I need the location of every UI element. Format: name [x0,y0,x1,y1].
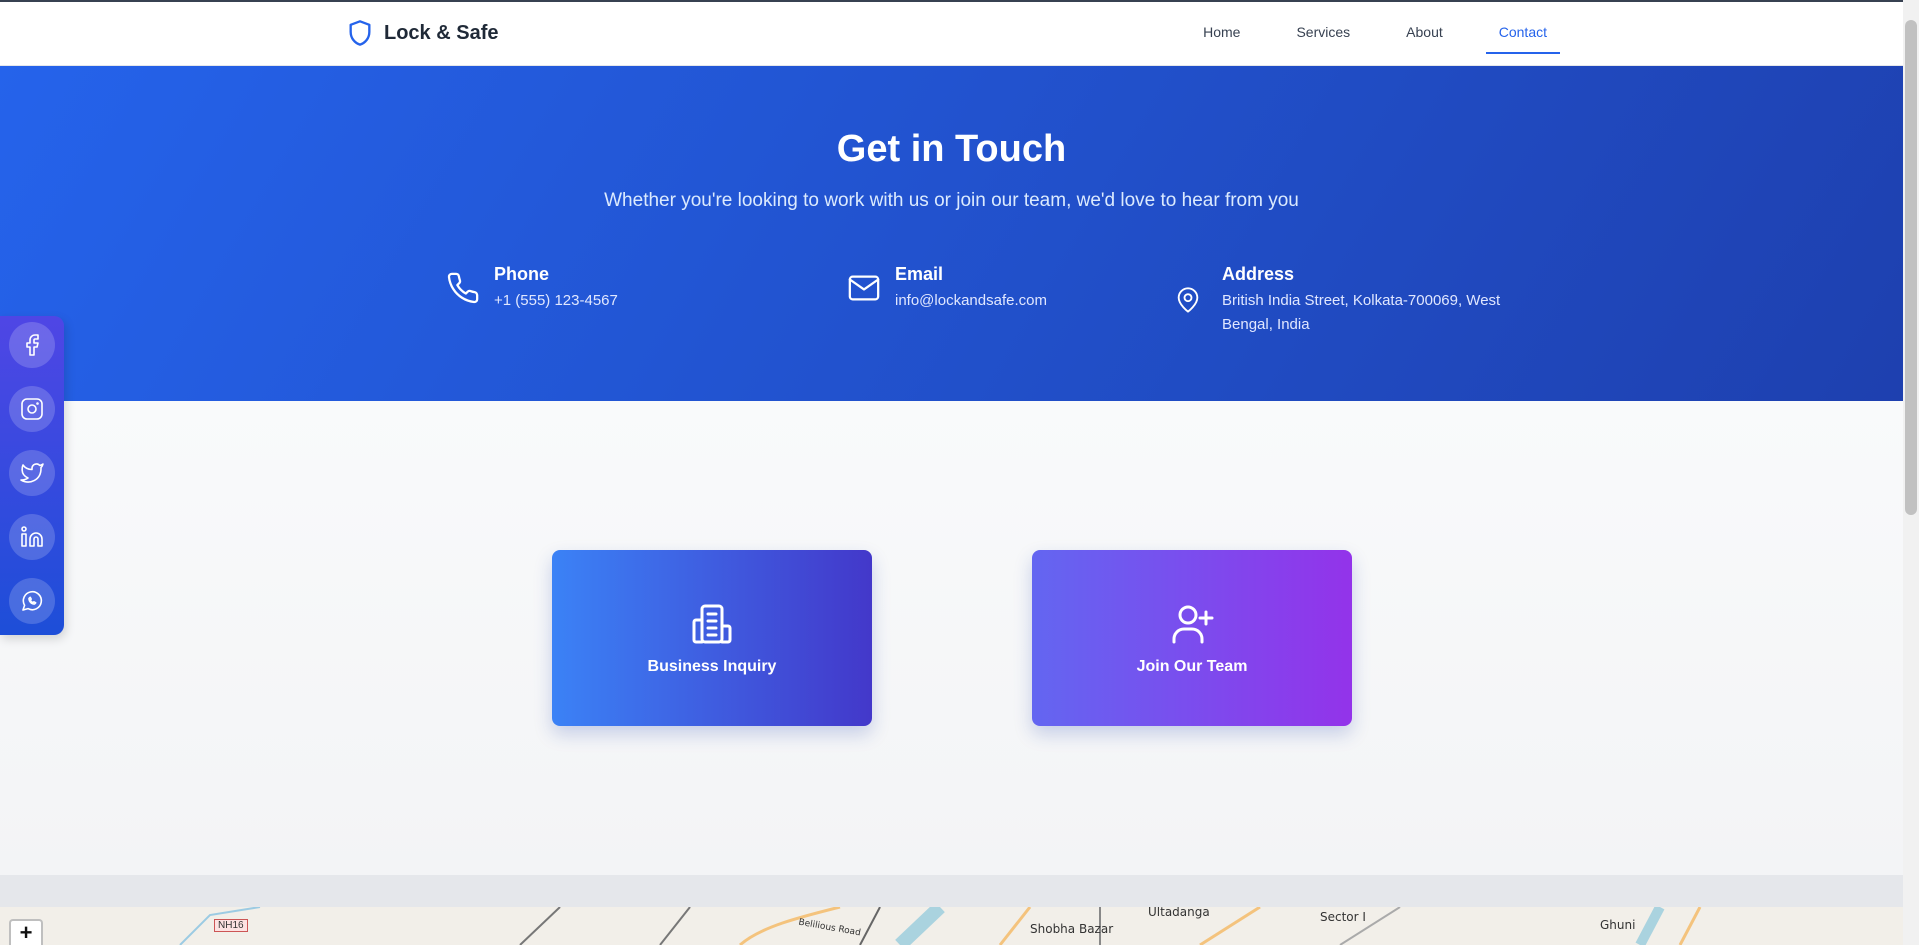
email-title: Email [895,264,944,284]
contact-email: Email info@lockandsafe.com [847,264,1047,313]
map-label-shobha-bazar: Shobha Bazar [1030,922,1114,936]
building-icon [692,604,732,644]
nav-services[interactable]: Services [1283,14,1363,54]
map-pin-icon [1174,286,1208,320]
map-section-padding [0,875,1903,907]
brand-name: Lock & Safe [384,21,499,44]
whatsapp-icon [22,590,43,611]
brand[interactable]: Lock & Safe [346,18,498,48]
map-label-ghuni: Ghuni [1600,918,1636,932]
user-plus-icon [1172,605,1214,644]
main-nav: Home Services About Contact [1160,2,1561,66]
phone-value[interactable]: +1 (555) 123-4567 [494,289,618,313]
phone-icon [446,271,480,305]
page-title: Get in Touch [836,128,1067,170]
facebook-icon [26,334,39,356]
address-value: British India Street, Kolkata-700069, We… [1222,292,1501,333]
map-label-ultadanga: Ultadanga [1148,907,1210,919]
whatsapp-link[interactable] [9,578,55,624]
social-sidebar [0,316,64,635]
nav-about[interactable]: About [1393,14,1456,54]
contact-phone: Phone +1 (555) 123-4567 [446,264,618,313]
facebook-link[interactable] [9,322,55,368]
email-value[interactable]: info@lockandsafe.com [895,289,1047,313]
instagram-icon [21,398,43,420]
page-subtitle: Whether you're looking to work with us o… [604,190,1299,211]
twitter-icon [20,463,44,483]
mail-icon [847,271,881,305]
instagram-link[interactable] [9,386,55,432]
site-header: Lock & Safe Home Services About Contact [0,2,1903,66]
shield-icon [349,20,371,46]
join-our-team-label: Join Our Team [1136,658,1248,675]
contact-hero: Get in Touch Whether you're looking to w… [0,66,1903,401]
map-label-sector-i: Sector I [1320,910,1366,924]
inquiry-options: Business Inquiry Join Our Team [0,401,1903,875]
nav-home[interactable]: Home [1190,14,1253,54]
business-inquiry-button[interactable]: Business Inquiry [552,550,872,726]
business-inquiry-label: Business Inquiry [647,658,777,675]
address-title: Address [1222,264,1295,284]
contact-address: Address British India Street, Kolkata-70… [1174,264,1532,337]
phone-title: Phone [494,264,550,284]
page-scrollbar[interactable] [1903,0,1919,945]
location-map[interactable]: + NH16 Ultadanga Sector I Ghuni Shobha B… [0,907,1903,945]
twitter-link[interactable] [9,450,55,496]
linkedin-icon [21,526,43,547]
linkedin-link[interactable] [9,514,55,560]
map-label-nh16: NH16 [214,919,248,932]
join-our-team-button[interactable]: Join Our Team [1032,550,1352,726]
map-zoom-in-button[interactable]: + [9,919,43,945]
scrollbar-thumb[interactable] [1905,20,1917,515]
nav-contact[interactable]: Contact [1485,14,1561,54]
